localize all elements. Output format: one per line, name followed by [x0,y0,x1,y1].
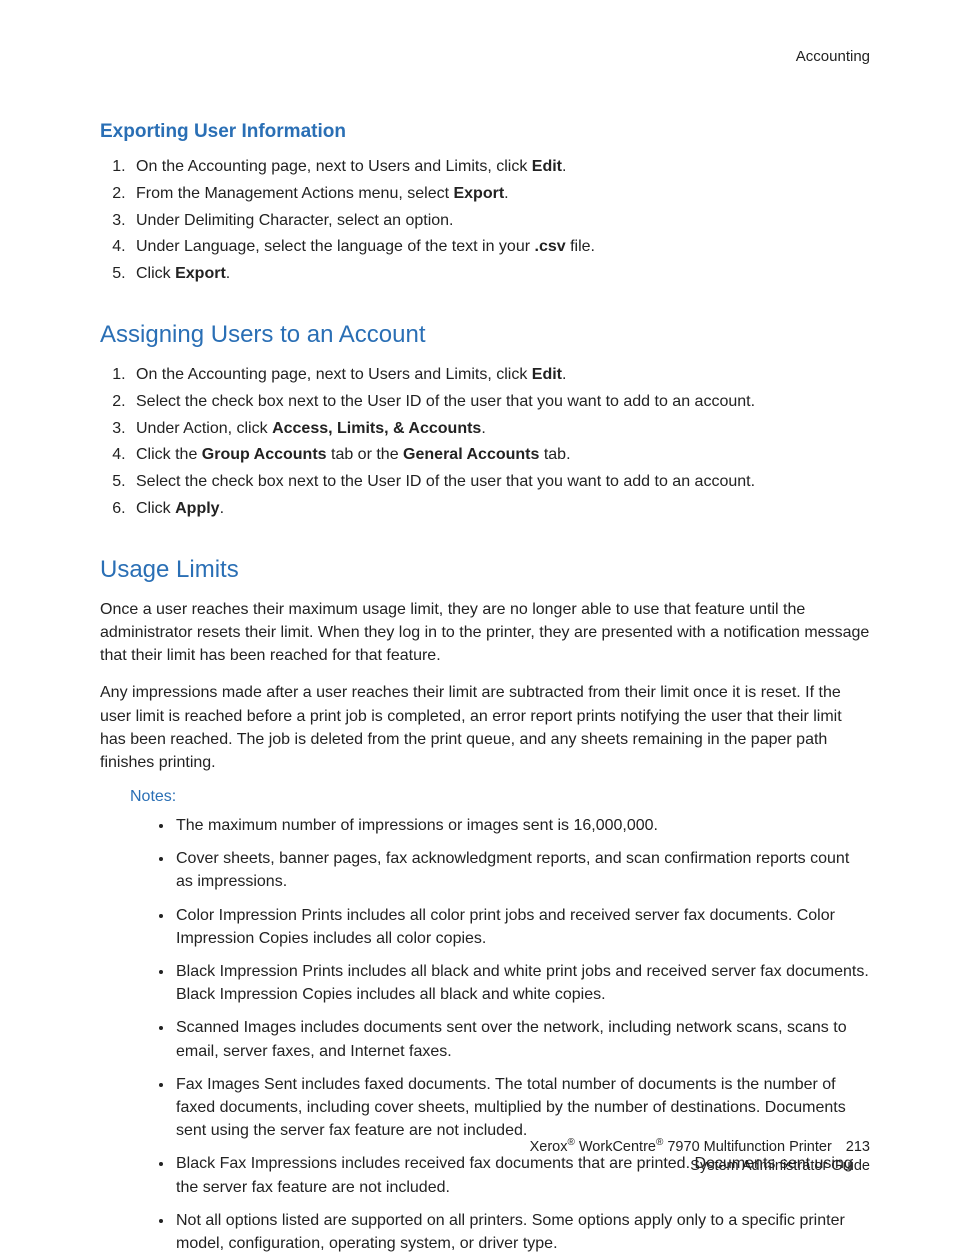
heading-usage-limits: Usage Limits [100,556,870,584]
footer-line-1: Xerox® WorkCentre® 7970 Multifunction Pr… [530,1136,870,1157]
list-item: From the Management Actions menu, select… [130,182,870,207]
body-paragraph: Any impressions made after a user reache… [100,681,870,774]
heading-exporting-user-information: Exporting User Information [100,121,870,143]
body-paragraph: Once a user reaches their maximum usage … [100,598,870,668]
notes-label: Notes: [130,788,870,806]
list-item: Click the Group Accounts tab or the Gene… [130,443,870,468]
list-item: On the Accounting page, next to Users an… [130,363,870,388]
page-number: 213 [846,1139,870,1155]
exporting-steps-list: On the Accounting page, next to Users an… [100,155,870,287]
header-section-label: Accounting [100,48,870,65]
document-page: Accounting Exporting User Information On… [0,0,954,1255]
list-item: Cover sheets, banner pages, fax acknowle… [174,847,870,893]
heading-assigning-users: Assigning Users to an Account [100,321,870,349]
list-item: Fax Images Sent includes faxed documents… [174,1073,870,1143]
notes-list: The maximum number of impressions or ima… [100,814,870,1255]
list-item: Color Impression Prints includes all col… [174,904,870,950]
assigning-steps-list: On the Accounting page, next to Users an… [100,363,870,522]
list-item: On the Accounting page, next to Users an… [130,155,870,180]
list-item: Under Action, click Access, Limits, & Ac… [130,417,870,442]
list-item: Select the check box next to the User ID… [130,470,870,495]
footer-line-2: System Administrator Guide [530,1157,870,1177]
list-item: Click Export. [130,262,870,287]
list-item: Click Apply. [130,497,870,522]
list-item: Not all options listed are supported on … [174,1209,870,1255]
page-footer: Xerox® WorkCentre® 7970 Multifunction Pr… [530,1136,870,1177]
list-item: Select the check box next to the User ID… [130,390,870,415]
list-item: Scanned Images includes documents sent o… [174,1016,870,1062]
list-item: Black Impression Prints includes all bla… [174,960,870,1006]
list-item: Under Delimiting Character, select an op… [130,209,870,234]
list-item: The maximum number of impressions or ima… [174,814,870,837]
list-item: Under Language, select the language of t… [130,235,870,260]
